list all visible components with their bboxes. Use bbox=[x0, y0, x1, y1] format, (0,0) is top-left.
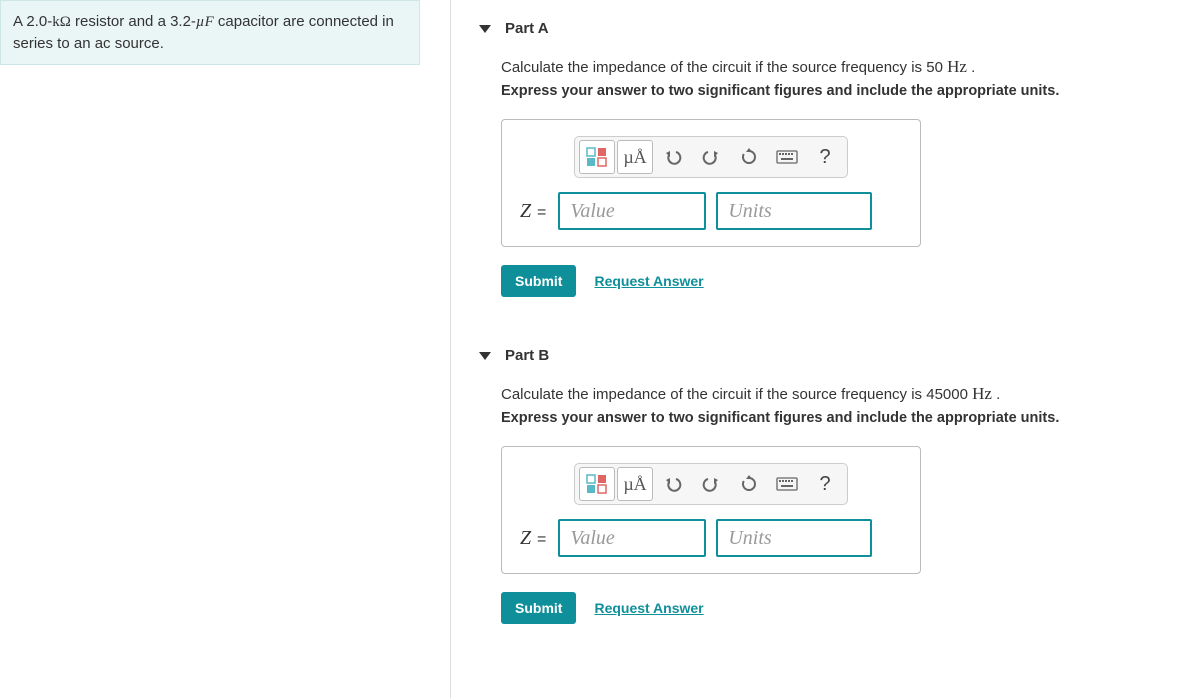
part-b-request-answer-link[interactable]: Request Answer bbox=[594, 600, 703, 616]
part-b: Part B Calculate the impedance of the ci… bbox=[461, 327, 1200, 654]
part-a-request-answer-link[interactable]: Request Answer bbox=[594, 273, 703, 289]
help-icon[interactable]: ? bbox=[807, 467, 843, 501]
muF-unit: µF bbox=[196, 14, 214, 30]
redo-icon[interactable] bbox=[693, 140, 729, 174]
part-a-title: Part A bbox=[505, 20, 549, 37]
problem-text: A 2.0- bbox=[13, 13, 52, 30]
part-b-title: Part B bbox=[505, 347, 549, 364]
part-b-header[interactable]: Part B bbox=[461, 341, 1200, 384]
reset-icon[interactable] bbox=[731, 140, 767, 174]
part-b-toolbar: µÅ ? bbox=[574, 463, 848, 505]
variable-label: Z = bbox=[520, 527, 546, 550]
part-a-value-input[interactable] bbox=[558, 192, 706, 230]
part-a-toolbar: µÅ ? bbox=[574, 136, 848, 178]
keyboard-icon[interactable] bbox=[769, 140, 805, 174]
undo-icon[interactable] bbox=[655, 467, 691, 501]
part-a-submit-button[interactable]: Submit bbox=[501, 265, 576, 297]
part-a-units-input[interactable] bbox=[716, 192, 872, 230]
part-a-hint: Express your answer to two significant f… bbox=[501, 83, 1200, 99]
help-icon[interactable]: ? bbox=[807, 140, 843, 174]
part-b-value-input[interactable] bbox=[558, 519, 706, 557]
undo-icon[interactable] bbox=[655, 140, 691, 174]
part-b-prompt: Calculate the impedance of the circuit i… bbox=[501, 384, 1200, 404]
part-a: Part A Calculate the impedance of the ci… bbox=[461, 0, 1200, 327]
special-chars-button[interactable]: µÅ bbox=[617, 140, 653, 174]
special-chars-button[interactable]: µÅ bbox=[617, 467, 653, 501]
templates-icon[interactable] bbox=[579, 140, 615, 174]
part-a-header[interactable]: Part A bbox=[461, 14, 1200, 57]
part-a-answer-box: µÅ ? bbox=[501, 119, 921, 247]
part-b-hint: Express your answer to two significant f… bbox=[501, 410, 1200, 426]
problem-statement: A 2.0-kΩ resistor and a 3.2-µF capacitor… bbox=[0, 0, 420, 65]
keyboard-icon[interactable] bbox=[769, 467, 805, 501]
part-b-answer-box: µÅ ? bbox=[501, 446, 921, 574]
part-b-submit-button[interactable]: Submit bbox=[501, 592, 576, 624]
variable-label: Z = bbox=[520, 200, 546, 223]
part-a-prompt: Calculate the impedance of the circuit i… bbox=[501, 57, 1200, 77]
redo-icon[interactable] bbox=[693, 467, 729, 501]
collapse-icon bbox=[479, 352, 491, 360]
collapse-icon bbox=[479, 25, 491, 33]
templates-icon[interactable] bbox=[579, 467, 615, 501]
kohm-unit: kΩ bbox=[52, 14, 71, 30]
reset-icon[interactable] bbox=[731, 467, 767, 501]
part-b-units-input[interactable] bbox=[716, 519, 872, 557]
